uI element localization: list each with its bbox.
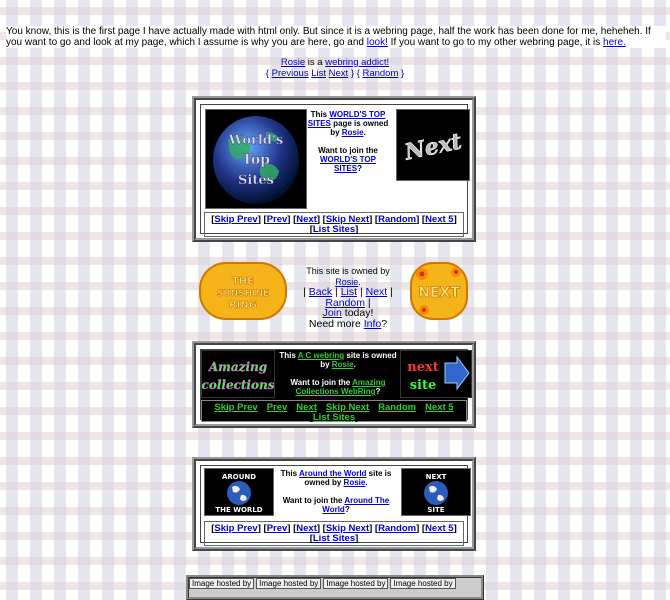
svg-text:Next: Next <box>401 128 464 166</box>
around-the-world-info: This Around the World site is owned by R… <box>280 469 392 514</box>
sunshine-need: Need more <box>308 317 364 330</box>
ring1-skip-prev[interactable]: Skip Prev <box>214 214 257 225</box>
ring3-list-sites[interactable]: List Sites <box>313 412 355 423</box>
brace-mid: } { <box>348 68 363 79</box>
sunshine-ring-next-image[interactable]: NEXT <box>410 262 468 320</box>
ring3-prev[interactable]: Prev <box>267 402 288 413</box>
webring-addict-link[interactable]: webring addict! <box>325 57 389 68</box>
ring1-list-sites[interactable]: List Sites <box>313 224 355 235</box>
hosted-cell[interactable]: Image hosted by <box>390 578 456 589</box>
next-site-image[interactable]: next site <box>400 350 472 398</box>
sunshine-owner-link[interactable]: Rosie <box>335 277 358 287</box>
intro-middle: If you want to go to my other webring pa… <box>387 37 604 48</box>
worlds-top-sites-ring: World's Top Sites This WORLD'S TOP SITES… <box>192 96 476 242</box>
svg-text:next: next <box>407 360 438 375</box>
next-arrow-icon: Next <box>401 128 464 166</box>
earth-icon: AROUND THE WORLD <box>215 473 262 514</box>
ring1-join-link[interactable]: WORLD'S TOP SITES <box>320 155 376 173</box>
svg-text:NEXT: NEXT <box>426 473 447 481</box>
amazing-collections-info: This A C webring site is owned by Rosie.… <box>279 351 397 396</box>
ring4-join: Want to join the <box>282 496 345 505</box>
around-the-world-logo[interactable]: AROUND THE WORLD <box>204 468 274 516</box>
hosted-cell[interactable]: Image hosted by <box>189 578 255 589</box>
ring3-owner-link[interactable]: Rosie <box>332 360 354 369</box>
collections-icon: Amazing collections <box>202 360 274 392</box>
svg-text:collections: collections <box>202 378 274 392</box>
ring3-join: Want to join the <box>290 378 353 387</box>
around-the-world-next-image[interactable]: NEXT SITE <box>401 468 471 516</box>
next-site-earth-icon: NEXT SITE <box>424 473 448 514</box>
ring4-list-sites[interactable]: List Sites <box>313 533 355 544</box>
brace-close: } <box>398 68 405 79</box>
ring4-next5[interactable]: Next 5 <box>425 523 454 534</box>
svg-text:THE: THE <box>232 276 254 287</box>
ring4-prev[interactable]: Prev <box>267 523 288 534</box>
ring1-q: ? <box>357 164 362 173</box>
svg-text:SITE: SITE <box>427 506 444 514</box>
ac-webring-link[interactable]: A C webring <box>298 351 344 360</box>
addict-random-link[interactable]: Random <box>362 68 398 79</box>
look-link[interactable]: look! <box>367 37 388 48</box>
svg-text:RING: RING <box>229 300 257 311</box>
svg-text:Top: Top <box>242 152 270 168</box>
image-hosted-footer: Image hosted by Image hosted by Image host… <box>186 575 484 600</box>
svg-text:Sites: Sites <box>238 173 274 188</box>
svg-text:NEXT: NEXT <box>418 285 460 301</box>
ring3-nav: [Skip Prev] [Prev] [Next] [Skip Next] [R… <box>201 400 467 423</box>
worlds-top-sites-logo[interactable]: World's Top Sites <box>205 109 307 209</box>
ring1-nav: [Skip Prev] [Prev] [Next] [Skip Next] [R… <box>204 212 464 237</box>
sunshine-logo-icon: THE SUNSHINE RING <box>199 262 287 320</box>
svg-text:AROUND: AROUND <box>222 473 256 481</box>
ring1-join: Want to join the <box>318 146 378 155</box>
hosted-cell[interactable]: Image hosted by <box>256 578 322 589</box>
svg-text:Amazing: Amazing <box>208 360 267 374</box>
ring4-skip-prev[interactable]: Skip Prev <box>214 523 257 534</box>
ring4-this: This <box>280 469 300 478</box>
ring3-q: ? <box>375 387 381 396</box>
around-the-world-link[interactable]: Around the World <box>299 469 366 478</box>
next-site-arrow-icon: next site <box>407 355 470 393</box>
svg-text:SUNSHINE: SUNSHINE <box>217 289 269 299</box>
ring4-q: ? <box>344 505 350 514</box>
svg-text:World's: World's <box>228 133 283 148</box>
ring4-random[interactable]: Random <box>378 523 416 534</box>
hosted-cell[interactable]: Image hosted by <box>323 578 389 589</box>
ring3-skip-prev[interactable]: Skip Prev <box>214 402 257 413</box>
ring1-next5[interactable]: Next 5 <box>425 214 454 225</box>
sunshine-ring-text: This site is owned by Rosie. | Back | Li… <box>303 266 393 330</box>
ring3-this: This <box>279 351 298 360</box>
ring4-owner-link[interactable]: Rosie <box>344 478 366 487</box>
addict-list-link[interactable]: List <box>311 68 326 79</box>
sunflower-next-icon: NEXT <box>410 262 468 320</box>
other-webring-link[interactable]: here. <box>603 37 626 48</box>
addict-next-link[interactable]: Next <box>329 68 349 79</box>
sunshine-owned: This site is owned by <box>306 266 390 276</box>
amazing-collections-logo[interactable]: Amazing collections <box>201 350 275 398</box>
addict-text: is a <box>305 57 326 68</box>
webring-addict-block: Rosie is a webring addict! { Previous Li… <box>0 57 670 79</box>
intro-paragraph: You know, this is the first page I have … <box>6 26 666 48</box>
amazing-collections-ring: Amazing collections This A C webring sit… <box>192 341 476 428</box>
worlds-top-sites-info: This WORLD'S TOP SITES page is owned by … <box>307 110 389 173</box>
around-the-world-ring: AROUND THE WORLD This Around the World s… <box>192 457 476 551</box>
ring1-random[interactable]: Random <box>378 214 416 225</box>
ring1-this: This <box>310 110 330 119</box>
ring1-owner-link[interactable]: Rosie <box>342 128 364 137</box>
ring4-nav: [Skip Prev] [Prev] [Next] [Skip Next] [R… <box>204 521 464 546</box>
addict-previous-link[interactable]: Previous <box>272 68 309 79</box>
sunshine-ring-left-image[interactable]: THE SUNSHINE RING <box>199 262 287 320</box>
ring3-random[interactable]: Random <box>378 402 416 413</box>
sunshine-info-link[interactable]: Info <box>364 318 382 330</box>
worlds-top-sites-next-image[interactable]: Next <box>396 109 470 181</box>
ring1-prev[interactable]: Prev <box>267 214 288 225</box>
svg-text:THE WORLD: THE WORLD <box>215 506 262 514</box>
svg-text:site: site <box>410 378 437 393</box>
ring3-next5[interactable]: Next 5 <box>425 402 454 413</box>
rosie-link[interactable]: Rosie <box>281 57 305 68</box>
globe-icon: World's Top Sites <box>213 116 299 204</box>
